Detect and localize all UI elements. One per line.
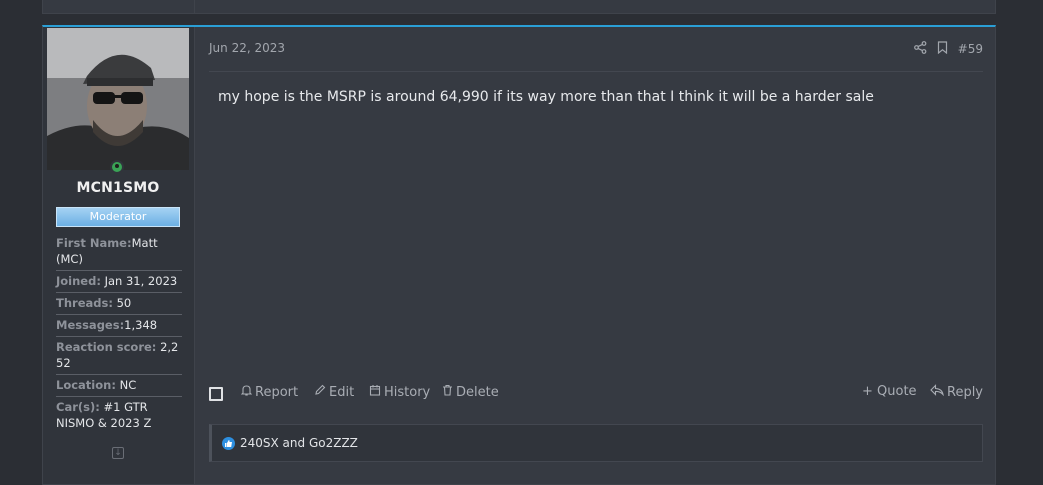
thumbs-up-icon [222,436,235,450]
online-status-indicator [110,160,124,174]
history-button[interactable]: History [369,384,430,400]
reactions-text[interactable]: 240SX and Go2ZZZ [240,436,358,450]
username[interactable]: MCN1SMO [43,180,193,196]
user-info-messages: Messages:1,348 [56,315,182,337]
post-header-tools: #59 [913,41,983,57]
user-info-reaction-score: Reaction score: 2,252 [56,337,182,375]
pencil-icon [314,384,326,400]
user-info-cars: Car(s): #1 GTR NISMO & 2023 Z [56,400,152,430]
user-info-location: Location: NC [56,375,182,397]
report-button[interactable]: Report [240,384,298,400]
expand-icon[interactable]: ↓ [112,447,124,459]
share-icon[interactable] [913,41,927,57]
bell-icon [240,384,253,400]
user-sidebar: MCN1SMO Moderator First Name:Matt (MC) J… [43,27,195,484]
quote-button[interactable]: + Quote [862,384,917,399]
edit-button[interactable]: Edit [314,384,354,400]
previous-post-edge [42,0,996,14]
post-date[interactable]: Jun 22, 2023 [209,41,285,55]
post-header: Jun 22, 2023 #59 [209,41,983,72]
moderator-badge: Moderator [56,207,180,227]
post-message: my hope is the MSRP is around 64,990 if … [218,89,874,105]
avatar-photo [47,28,189,170]
previous-post-divider [194,0,195,13]
reactions-bar[interactable]: 240SX and Go2ZZZ [209,424,983,462]
delete-button[interactable]: Delete [442,384,499,400]
user-info-list: First Name:Matt (MC) Joined: Jan 31, 202… [56,233,182,434]
trash-icon [442,384,453,400]
forum-post: MCN1SMO Moderator First Name:Matt (MC) J… [42,25,996,485]
post-number[interactable]: #59 [958,42,983,56]
user-info-first-name: First Name:Matt (MC) [56,233,182,271]
user-avatar[interactable] [47,28,189,170]
user-info-joined: Joined: Jan 31, 2023 [56,271,182,293]
bookmark-icon[interactable] [937,41,948,57]
post-actions: Report Edit History Delete + Quote Reply [209,384,983,404]
reply-button[interactable]: Reply [930,384,983,400]
reply-icon [930,384,944,400]
select-post-checkbox[interactable] [209,387,223,401]
user-info-threads: Threads: 50 [56,293,182,315]
calendar-icon [369,384,381,400]
